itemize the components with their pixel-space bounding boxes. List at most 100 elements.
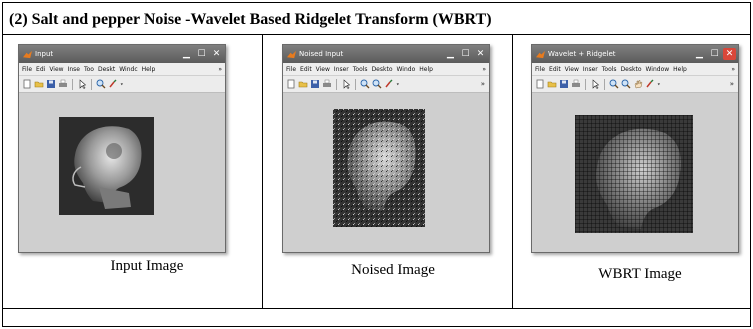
menu-insert[interactable]: Inse xyxy=(68,66,80,73)
menu-insert[interactable]: Inser xyxy=(334,66,349,73)
dropdown-arrow-icon[interactable] xyxy=(657,79,663,89)
window-title: Noised Input xyxy=(299,50,344,58)
dropdown-arrow-icon[interactable] xyxy=(120,79,126,89)
new-figure-icon[interactable] xyxy=(286,79,296,89)
bottom-divider xyxy=(3,308,750,309)
wbrt-figure-window[interactable]: Wavelet + Ridgelet ▁ ☐ ✕ File Edit View … xyxy=(531,44,739,253)
toolbar-separator xyxy=(72,78,73,90)
menu-more-chevron[interactable]: » xyxy=(218,66,222,73)
zoom-in-icon[interactable] xyxy=(609,79,619,89)
new-figure-icon[interactable] xyxy=(22,79,32,89)
zoom-in-icon[interactable] xyxy=(360,79,370,89)
window-title: Wavelet + Ridgelet xyxy=(548,50,616,58)
pointer-icon[interactable] xyxy=(341,79,351,89)
toolbar-overflow-chevron[interactable]: » xyxy=(481,80,485,88)
menu-bar: File Edit View Inser Tools Deskto Window… xyxy=(532,63,738,76)
toolbar-separator xyxy=(336,78,337,90)
toolbar-overflow-chevron[interactable]: » xyxy=(730,80,734,88)
menu-help[interactable]: Help xyxy=(419,66,433,73)
menu-help[interactable]: Help xyxy=(673,66,687,73)
close-button[interactable]: ✕ xyxy=(210,48,223,60)
figure-toolbar: » xyxy=(532,76,738,93)
open-folder-icon[interactable] xyxy=(547,79,557,89)
maximize-button[interactable]: ☐ xyxy=(708,48,721,60)
brush-icon[interactable] xyxy=(384,79,394,89)
figure-canvas xyxy=(19,93,225,252)
menu-edit[interactable]: Edi xyxy=(36,66,45,73)
noised-window-titlebar[interactable]: Noised Input ▁ ☐ ✕ xyxy=(283,45,489,63)
header-divider xyxy=(3,34,750,35)
toolbar-separator xyxy=(585,78,586,90)
column-divider-2 xyxy=(512,34,513,308)
menu-view[interactable]: View xyxy=(565,66,579,73)
brush-icon[interactable] xyxy=(108,79,118,89)
wbrt-xray-image xyxy=(575,115,693,233)
noised-input-figure-window[interactable]: Noised Input ▁ ☐ ✕ File Edit View Inser … xyxy=(282,44,490,253)
noised-xray-image xyxy=(333,109,425,227)
figure-toolbar xyxy=(19,76,225,93)
pointer-icon[interactable] xyxy=(77,79,87,89)
save-icon[interactable] xyxy=(46,79,56,89)
matlab-icon xyxy=(536,50,545,58)
wbrt-window-titlebar[interactable]: Wavelet + Ridgelet ▁ ☐ ✕ xyxy=(532,45,738,63)
menu-window[interactable]: Windo xyxy=(397,66,416,73)
menu-desktop[interactable]: Deskto xyxy=(372,66,393,73)
minimize-button[interactable]: ▁ xyxy=(693,48,706,60)
maximize-button[interactable]: ☐ xyxy=(195,48,208,60)
close-button[interactable]: ✕ xyxy=(723,48,736,60)
menu-file[interactable]: File xyxy=(535,66,545,73)
print-icon[interactable] xyxy=(571,79,581,89)
pointer-icon[interactable] xyxy=(590,79,600,89)
noised-image-caption: Noised Image xyxy=(351,262,435,278)
figure-toolbar: » xyxy=(283,76,489,93)
dropdown-arrow-icon[interactable] xyxy=(396,79,402,89)
menu-bar: File Edi View Inse Too Deskt Windc Help … xyxy=(19,63,225,76)
menu-bar: File Edit View Inser Tools Deskto Windo … xyxy=(283,63,489,76)
window-title: Input xyxy=(35,50,54,58)
figure-canvas xyxy=(532,93,738,252)
xray-skull-image xyxy=(59,117,154,215)
toolbar-separator xyxy=(355,78,356,90)
matlab-icon xyxy=(287,50,296,58)
input-image-caption: Input Image xyxy=(110,258,184,274)
matlab-icon xyxy=(23,50,32,58)
menu-insert[interactable]: Inser xyxy=(583,66,598,73)
save-icon[interactable] xyxy=(310,79,320,89)
menu-window[interactable]: Window xyxy=(646,66,670,73)
input-window-titlebar[interactable]: Input ▁ ☐ ✕ xyxy=(19,45,225,63)
menu-tools[interactable]: Tools xyxy=(353,66,368,73)
maximize-button[interactable]: ☐ xyxy=(459,48,472,60)
menu-view[interactable]: View xyxy=(49,66,63,73)
brush-icon[interactable] xyxy=(645,79,655,89)
zoom-in-icon[interactable] xyxy=(96,79,106,89)
menu-desktop[interactable]: Deskt xyxy=(98,66,115,73)
column-divider-1 xyxy=(262,34,263,308)
menu-desktop[interactable]: Deskto xyxy=(621,66,642,73)
menu-more-chevron[interactable]: » xyxy=(731,66,735,73)
close-button[interactable]: ✕ xyxy=(474,48,487,60)
menu-edit[interactable]: Edit xyxy=(300,66,312,73)
menu-help[interactable]: Help xyxy=(142,66,156,73)
menu-more-chevron[interactable]: » xyxy=(482,66,486,73)
zoom-out-icon[interactable] xyxy=(621,79,631,89)
open-folder-icon[interactable] xyxy=(298,79,308,89)
open-folder-icon[interactable] xyxy=(34,79,44,89)
menu-view[interactable]: View xyxy=(316,66,330,73)
print-icon[interactable] xyxy=(58,79,68,89)
minimize-button[interactable]: ▁ xyxy=(180,48,193,60)
zoom-out-icon[interactable] xyxy=(372,79,382,89)
table-heading: (2) Salt and pepper Noise -Wavelet Based… xyxy=(9,11,492,28)
menu-window[interactable]: Windc xyxy=(119,66,137,73)
menu-file[interactable]: File xyxy=(22,66,32,73)
toolbar-separator xyxy=(91,78,92,90)
pan-hand-icon[interactable] xyxy=(633,79,643,89)
save-icon[interactable] xyxy=(559,79,569,89)
print-icon[interactable] xyxy=(322,79,332,89)
minimize-button[interactable]: ▁ xyxy=(444,48,457,60)
menu-file[interactable]: File xyxy=(286,66,296,73)
menu-edit[interactable]: Edit xyxy=(549,66,561,73)
menu-tools[interactable]: Too xyxy=(84,66,94,73)
new-figure-icon[interactable] xyxy=(535,79,545,89)
menu-tools[interactable]: Tools xyxy=(602,66,617,73)
input-figure-window[interactable]: Input ▁ ☐ ✕ File Edi View Inse Too Deskt… xyxy=(18,44,226,253)
